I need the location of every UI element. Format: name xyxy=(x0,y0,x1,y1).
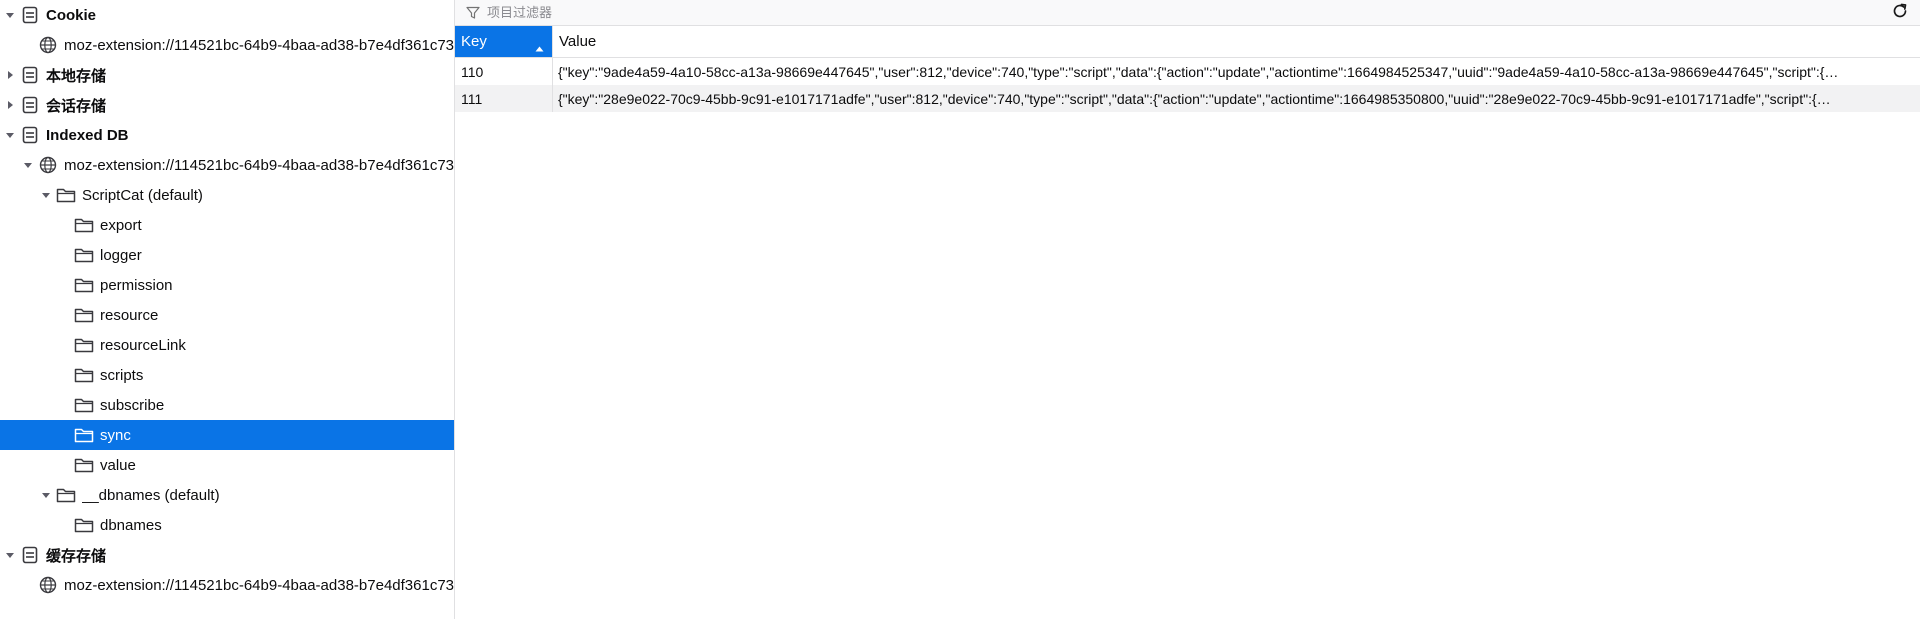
table-row[interactable]: 110 {"key":"9ade4a59-4a10-58cc-a13a-9866… xyxy=(455,58,1920,85)
tree-item-label: Indexed DB xyxy=(46,126,129,144)
tree-item-store-dbnames[interactable]: dbnames xyxy=(0,510,454,540)
globe-icon xyxy=(38,155,58,175)
table-header: Key Value xyxy=(455,26,1920,58)
tree-item-db-dbnames[interactable]: __dbnames (default) xyxy=(0,480,454,510)
folder-icon xyxy=(74,515,94,535)
column-header-label: Value xyxy=(559,33,597,50)
folder-icon xyxy=(56,485,76,505)
folder-icon xyxy=(56,185,76,205)
folder-icon xyxy=(74,245,94,265)
tree-item-label: subscribe xyxy=(100,396,165,414)
tree-item-label: moz-extension://114521bc-64b9-4baa-ad38-… xyxy=(64,156,454,174)
filter-icon xyxy=(465,5,481,21)
tree-item-label: dbnames xyxy=(100,516,162,534)
tree-item-label: resourceLink xyxy=(100,336,186,354)
tree-item-db-scriptcat[interactable]: ScriptCat (default) xyxy=(0,180,454,210)
tree-item-cache-origin[interactable]: moz-extension://114521bc-64b9-4baa-ad38-… xyxy=(0,570,454,600)
tree-item-label: ScriptCat (default) xyxy=(82,186,203,204)
storage-icon xyxy=(20,545,40,565)
tree-item-session-storage[interactable]: 会话存储 xyxy=(0,90,454,120)
expand-arrow-icon[interactable] xyxy=(4,69,16,81)
tree-item-label: 本地存储 xyxy=(46,67,107,85)
tree-item-label: permission xyxy=(100,276,173,294)
tree-item-store-value[interactable]: value xyxy=(0,450,454,480)
tree-item-label: Cookie xyxy=(46,6,97,24)
folder-icon xyxy=(74,335,94,355)
tree-item-label: 会话存储 xyxy=(46,97,107,115)
toolbar xyxy=(455,0,1920,26)
tree-item-cookie[interactable]: Cookie xyxy=(0,0,454,30)
collapse-arrow-icon[interactable] xyxy=(40,489,52,501)
storage-table-panel: Key Value 110 {"key":"9ade4a59-4a10-58cc… xyxy=(455,0,1920,619)
storage-icon xyxy=(20,65,40,85)
tree-item-local-storage[interactable]: 本地存储 xyxy=(0,60,454,90)
tree-item-store-export[interactable]: export xyxy=(0,210,454,240)
tree-item-label: 缓存存储 xyxy=(46,547,107,565)
folder-icon xyxy=(74,455,94,475)
storage-icon xyxy=(20,5,40,25)
refresh-button[interactable] xyxy=(1888,1,1912,25)
tree-item-label: export xyxy=(100,216,142,234)
globe-icon xyxy=(38,575,58,595)
tree-item-store-resource[interactable]: resource xyxy=(0,300,454,330)
tree-item-store-subscribe[interactable]: subscribe xyxy=(0,390,454,420)
tree-item-label: scripts xyxy=(100,366,144,384)
collapse-arrow-icon[interactable] xyxy=(4,9,16,21)
tree-item-cookie-origin[interactable]: moz-extension://114521bc-64b9-4baa-ad38-… xyxy=(0,30,454,60)
tree-item-store-sync[interactable]: sync xyxy=(0,420,454,450)
cell-key: 110 xyxy=(455,58,553,85)
collapse-arrow-icon[interactable] xyxy=(40,189,52,201)
tree-item-cache-storage[interactable]: 缓存存储 xyxy=(0,540,454,570)
folder-icon xyxy=(74,365,94,385)
folder-icon xyxy=(74,395,94,415)
storage-icon xyxy=(20,125,40,145)
tree-item-store-scripts[interactable]: scripts xyxy=(0,360,454,390)
tree-item-label: resource xyxy=(100,306,159,324)
collapse-arrow-icon[interactable] xyxy=(22,159,34,171)
globe-icon xyxy=(38,35,58,55)
tree-item-label: moz-extension://114521bc-64b9-4baa-ad38-… xyxy=(64,36,454,54)
tree-item-store-resourcelink[interactable]: resourceLink xyxy=(0,330,454,360)
tree-item-store-logger[interactable]: logger xyxy=(0,240,454,270)
refresh-icon xyxy=(1891,2,1909,24)
tree-item-indexed-db[interactable]: Indexed DB xyxy=(0,120,454,150)
storage-tree: Cookie moz-extension://114521bc-64b9-4ba… xyxy=(0,0,455,619)
tree-item-label: __dbnames (default) xyxy=(82,486,220,504)
column-header-value[interactable]: Value xyxy=(553,26,1920,57)
folder-icon xyxy=(74,425,94,445)
folder-icon xyxy=(74,215,94,235)
tree-item-label: value xyxy=(100,456,136,474)
cell-value: {"key":"28e9e022-70c9-45bb-9c91-e1017171… xyxy=(558,90,1831,107)
collapse-arrow-icon[interactable] xyxy=(4,549,16,561)
table-row[interactable]: 111 {"key":"28e9e022-70c9-45bb-9c91-e101… xyxy=(455,85,1920,112)
expand-arrow-icon[interactable] xyxy=(4,99,16,111)
folder-icon xyxy=(74,275,94,295)
cell-key: 111 xyxy=(455,85,553,112)
storage-icon xyxy=(20,95,40,115)
cell-value: {"key":"9ade4a59-4a10-58cc-a13a-98669e44… xyxy=(558,63,1839,80)
tree-item-idb-origin[interactable]: moz-extension://114521bc-64b9-4baa-ad38-… xyxy=(0,150,454,180)
tree-item-label: sync xyxy=(100,426,131,444)
sort-ascending-icon xyxy=(535,39,544,56)
tree-item-label: moz-extension://114521bc-64b9-4baa-ad38-… xyxy=(64,576,454,594)
collapse-arrow-icon[interactable] xyxy=(4,129,16,141)
column-header-key[interactable]: Key xyxy=(455,26,553,57)
folder-icon xyxy=(74,305,94,325)
tree-item-label: logger xyxy=(100,246,142,264)
column-header-label: Key xyxy=(461,33,487,50)
tree-item-store-permission[interactable]: permission xyxy=(0,270,454,300)
filter-input[interactable] xyxy=(485,4,889,21)
